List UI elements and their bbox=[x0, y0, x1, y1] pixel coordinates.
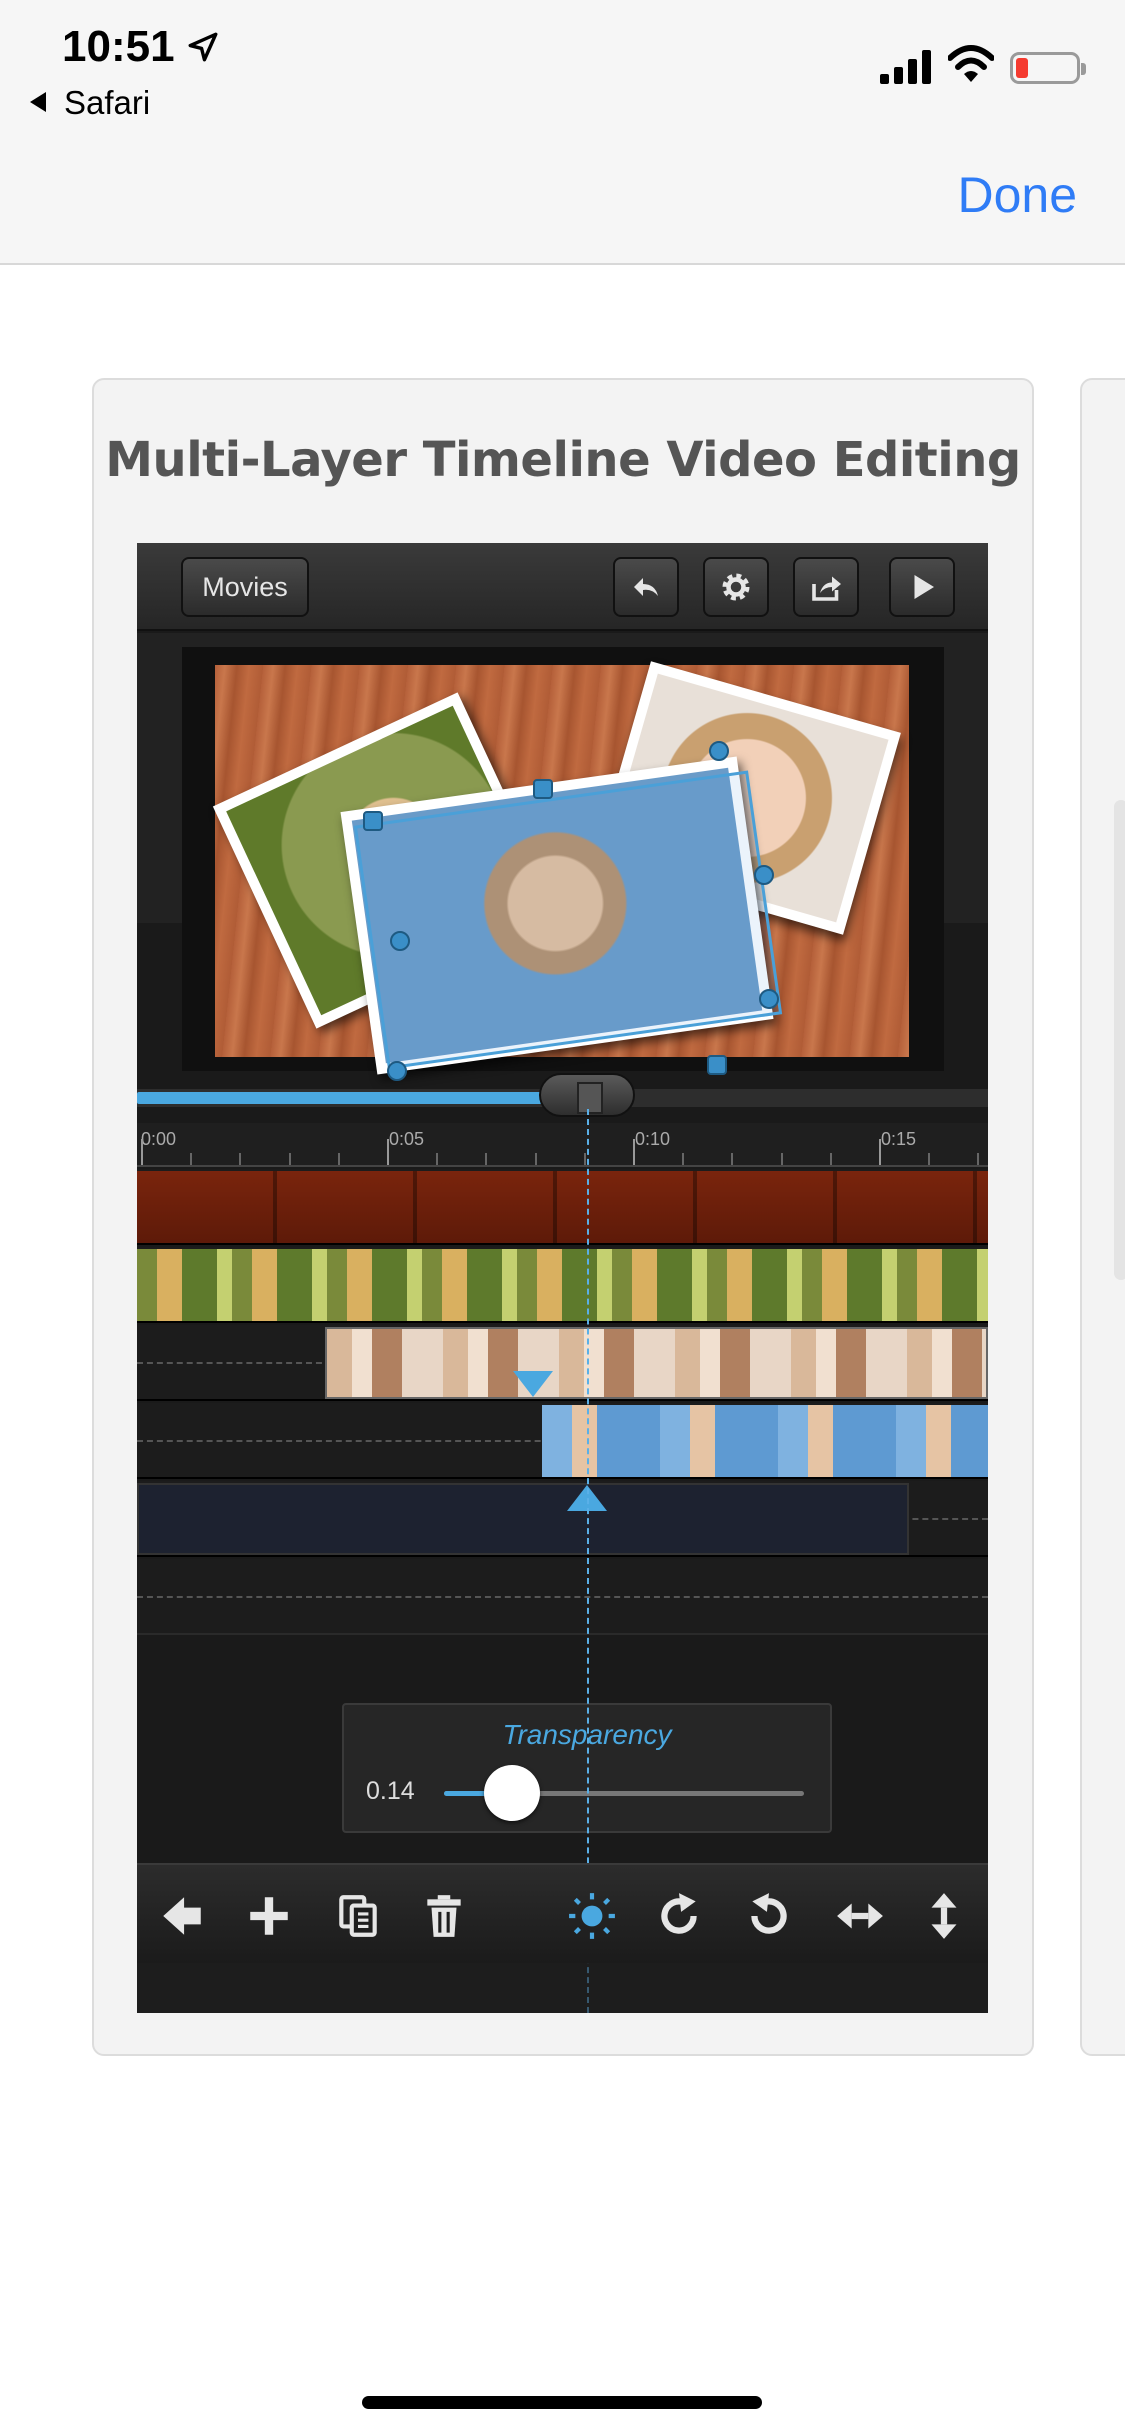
copy-tool-button[interactable] bbox=[333, 1891, 383, 1941]
share-button[interactable] bbox=[793, 557, 859, 617]
play-icon bbox=[914, 575, 934, 599]
ruler-label: 0:05 bbox=[389, 1129, 425, 1149]
time-ruler: 0:00 0:05 0:10 0:15 bbox=[137, 1123, 988, 1167]
transparency-slider[interactable] bbox=[444, 1765, 804, 1821]
timeline-scrubber[interactable] bbox=[137, 1073, 988, 1117]
flip-vertical-tool-button[interactable] bbox=[919, 1891, 969, 1941]
add-tool-button[interactable] bbox=[244, 1891, 294, 1941]
brightness-tool-button[interactable] bbox=[567, 1891, 617, 1941]
home-indicator[interactable] bbox=[362, 2396, 762, 2409]
ruler-tick bbox=[239, 1153, 242, 1165]
ruler-tick bbox=[928, 1153, 931, 1165]
rotate-ccw-tool-button[interactable] bbox=[744, 1891, 794, 1941]
ruler-tick bbox=[583, 1153, 586, 1165]
movies-label: Movies bbox=[202, 571, 288, 602]
clip-smiling-girl[interactable] bbox=[325, 1327, 988, 1399]
ruler-tick bbox=[879, 1139, 881, 1165]
location-arrow-icon bbox=[188, 32, 218, 62]
rotate-handle[interactable] bbox=[387, 1061, 407, 1081]
clip-end-marker[interactable] bbox=[513, 1371, 553, 1397]
clip-audio[interactable] bbox=[137, 1483, 909, 1555]
track-teddy-bear[interactable] bbox=[137, 1247, 988, 1323]
resize-handle[interactable] bbox=[363, 811, 383, 831]
resize-handle[interactable] bbox=[759, 989, 779, 1009]
track-wood-background[interactable] bbox=[137, 1169, 988, 1245]
ruler-tick bbox=[190, 1153, 193, 1165]
back-safari-label: Safari bbox=[64, 84, 151, 121]
rotate-cw-tool-button[interactable] bbox=[654, 1891, 704, 1941]
brightness-icon bbox=[569, 1893, 615, 1939]
scrubber-progress bbox=[137, 1092, 557, 1104]
resize-handle[interactable] bbox=[390, 931, 410, 951]
ruler-label: 0:00 bbox=[141, 1129, 177, 1149]
ruler-tick bbox=[829, 1153, 832, 1165]
clip-teddy-bear[interactable] bbox=[137, 1249, 988, 1321]
ruler-tick bbox=[534, 1153, 537, 1165]
ruler-label: 0:15 bbox=[881, 1129, 917, 1149]
app-header: Movies bbox=[137, 543, 988, 631]
ruler-tick bbox=[977, 1153, 980, 1165]
ruler-tick bbox=[141, 1139, 143, 1165]
ruler-tick bbox=[337, 1153, 340, 1165]
settings-button[interactable] bbox=[703, 557, 769, 617]
undo-icon bbox=[634, 578, 658, 596]
flip-horizontal-tool-button[interactable] bbox=[835, 1891, 885, 1941]
trash-icon bbox=[427, 1895, 461, 1937]
movies-back-button[interactable]: Movies bbox=[181, 557, 309, 617]
resize-handle[interactable] bbox=[707, 1055, 727, 1075]
battery-level bbox=[1016, 58, 1028, 78]
resize-handle[interactable] bbox=[533, 779, 553, 799]
resize-handle[interactable] bbox=[709, 741, 729, 761]
ruler-tick bbox=[288, 1153, 291, 1165]
transparency-slider-knob[interactable] bbox=[484, 1765, 540, 1821]
ruler-tick bbox=[387, 1139, 389, 1165]
copy-icon bbox=[339, 1895, 377, 1937]
track-empty[interactable] bbox=[137, 1559, 988, 1635]
back-tool-button[interactable] bbox=[157, 1891, 207, 1941]
cellular-signal-icon bbox=[880, 50, 931, 84]
gear-icon bbox=[722, 573, 750, 601]
back-to-safari-button[interactable]: Safari bbox=[30, 84, 150, 122]
track-seashell-girl[interactable] bbox=[137, 1403, 988, 1479]
status-time: 10:51 bbox=[62, 22, 175, 71]
rotate-cw-icon bbox=[661, 1893, 697, 1934]
ruler-tick bbox=[633, 1139, 635, 1165]
clip-seashell-girl[interactable] bbox=[542, 1405, 988, 1477]
clip-wood-background[interactable] bbox=[137, 1171, 988, 1243]
ruler-label: 0:10 bbox=[635, 1129, 671, 1149]
add-icon bbox=[250, 1897, 288, 1935]
ruler-tick bbox=[780, 1153, 783, 1165]
status-bar: 10:51 Safari Done bbox=[0, 0, 1125, 265]
back-triangle-icon bbox=[30, 92, 46, 112]
play-button[interactable] bbox=[889, 557, 955, 617]
transparency-value: 0.14 bbox=[366, 1777, 415, 1805]
flip-horizontal-icon bbox=[837, 1903, 883, 1929]
next-screenshot-card[interactable] bbox=[1080, 378, 1125, 2056]
ruler-tick bbox=[485, 1153, 488, 1165]
done-button[interactable]: Done bbox=[957, 166, 1077, 224]
rotate-ccw-icon bbox=[751, 1893, 787, 1934]
resize-handle[interactable] bbox=[754, 865, 774, 885]
share-icon bbox=[812, 576, 841, 601]
ruler-tick bbox=[731, 1153, 734, 1165]
app-screenshot: Movies 0:00 0:05 0:10 0:15 Transparency … bbox=[137, 543, 988, 2013]
wifi-icon bbox=[948, 45, 994, 82]
flip-vertical-icon bbox=[931, 1893, 957, 1939]
edit-toolbar bbox=[137, 1863, 988, 1963]
ruler-tick bbox=[682, 1153, 685, 1165]
back-arrow-icon bbox=[163, 1897, 201, 1935]
secondary-toolbar bbox=[137, 1963, 988, 2013]
track-smiling-girl[interactable] bbox=[137, 1325, 988, 1401]
battery-icon bbox=[1010, 52, 1086, 84]
track-audio[interactable] bbox=[137, 1481, 988, 1557]
undo-button[interactable] bbox=[613, 557, 679, 617]
ruler-tick bbox=[436, 1153, 439, 1165]
card-title: Multi-Layer Timeline Video Editing bbox=[105, 432, 1021, 488]
delete-tool-button[interactable] bbox=[419, 1891, 469, 1941]
